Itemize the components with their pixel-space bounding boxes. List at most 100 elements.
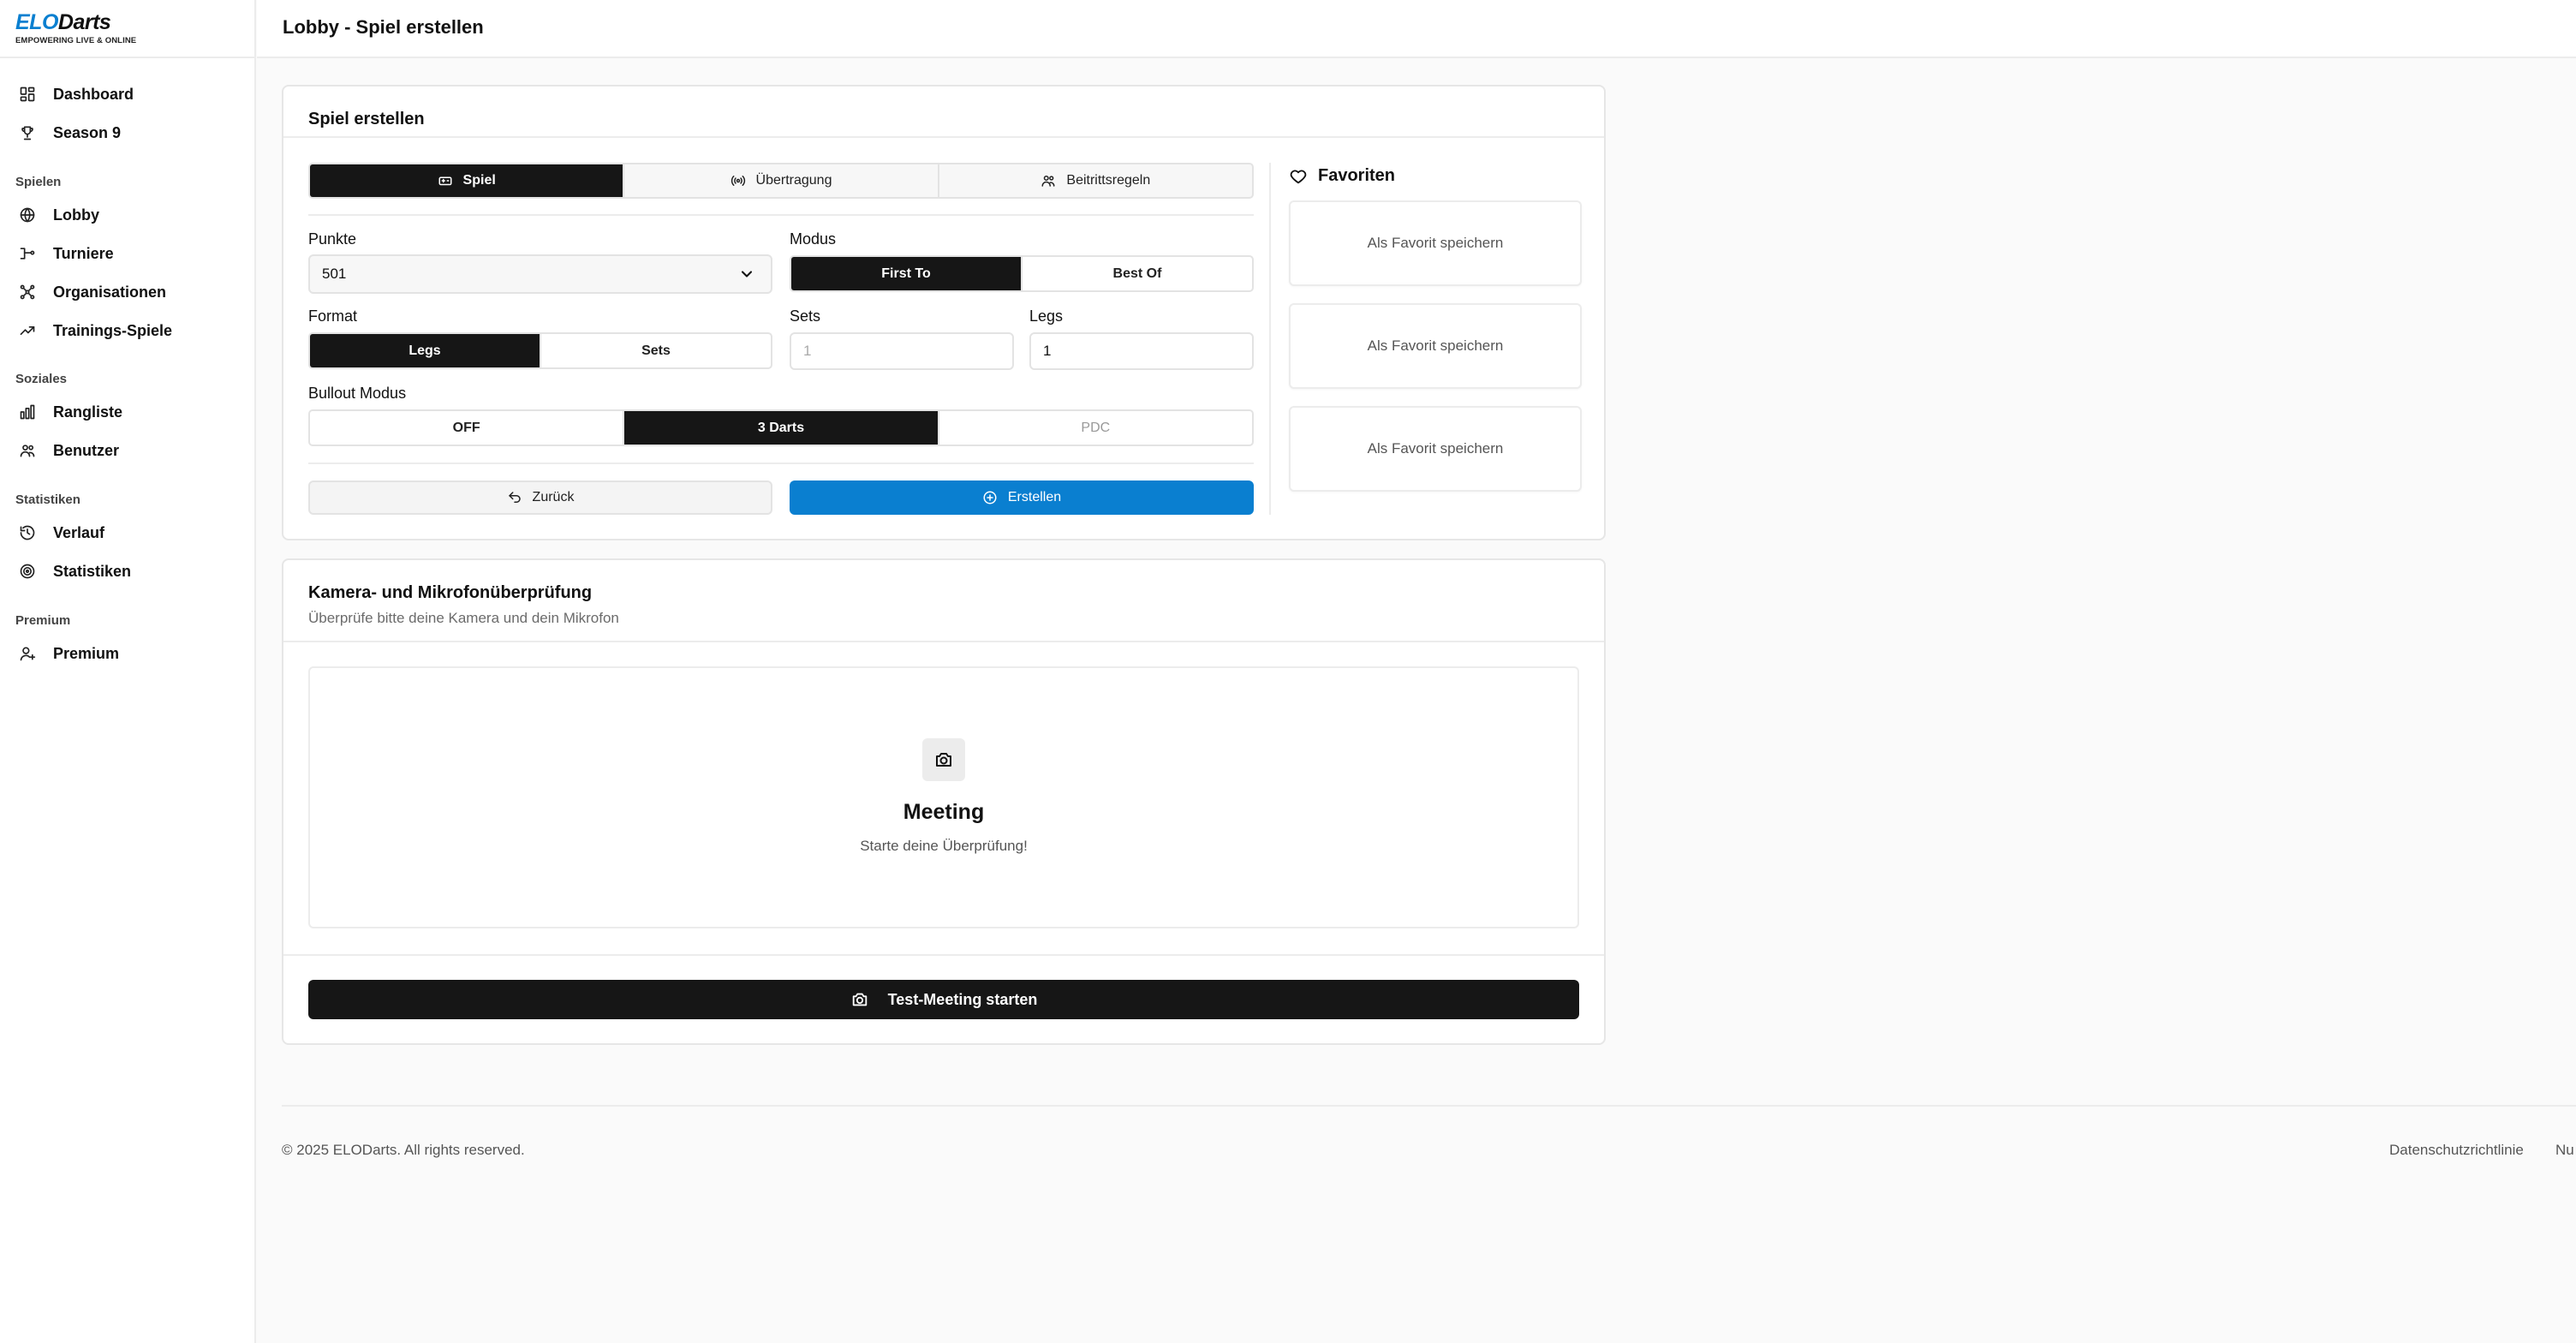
format-option-legs[interactable]: Legs [310, 334, 541, 367]
back-button-label: Zurück [532, 490, 575, 504]
users-icon [1041, 176, 1055, 187]
bullout-option-pdc[interactable]: PDC [939, 411, 1252, 445]
tab-spiel[interactable]: Spiel [310, 164, 625, 197]
sidebar-item-statistiken[interactable]: Statistiken [19, 558, 131, 584]
sidebar-item-label: Verlauf [53, 523, 105, 541]
format-option-sets[interactable]: Sets [541, 334, 771, 367]
tab-label: Spiel [462, 173, 496, 188]
favorite-slot[interactable]: Als Favorit speichern [1289, 406, 1582, 492]
tab-beitrittsregeln[interactable]: Beitrittsregeln [939, 164, 1252, 197]
chevron-down-icon [741, 271, 753, 278]
brand-tagline: EMPOWERING LIVE & ONLINE [15, 36, 137, 45]
create-button-label: Erstellen [1007, 490, 1062, 504]
create-button[interactable]: Erstellen [790, 480, 1254, 515]
sidebar-item-verlauf[interactable]: Verlauf [19, 520, 104, 546]
meeting-subtitle: Starte deine Überprüfung! [860, 838, 1028, 854]
card-footer-divider [283, 954, 1604, 956]
tab-label: Übertragung [755, 173, 832, 188]
top-bar: Lobby - Spiel erstellen [257, 0, 2576, 58]
sidebar-section-title: Statistiken [15, 492, 80, 507]
history-icon [20, 525, 35, 540]
sets-label: Sets [790, 307, 821, 325]
sidebar-item-label: Organisationen [53, 283, 167, 301]
sidebar-item-lobby[interactable]: Lobby [19, 202, 99, 228]
start-test-meeting-label: Test-Meeting starten [887, 990, 1038, 1008]
tab-uebertragung[interactable]: Übertragung [624, 164, 939, 197]
sidebar-item-label: Turniere [53, 244, 114, 262]
bracket-icon [20, 248, 35, 260]
sidebar-item-label: Dashboard [53, 85, 134, 103]
sidebar-item-label: Trainings-Spiele [53, 321, 173, 339]
media-check-title: Kamera- und Mikrofonüberprüfung [308, 583, 593, 602]
footer-divider [282, 1105, 2576, 1107]
camera-icon [852, 993, 867, 1006]
favorites-divider [1269, 163, 1271, 515]
media-check-card: Kamera- und Mikrofonüberprüfung Überprüf… [282, 558, 1606, 1045]
format-label: Format [308, 307, 358, 325]
sidebar-item-rangliste[interactable]: Rangliste [19, 399, 122, 425]
modus-toggle: First To Best Of [790, 255, 1254, 292]
sidebar-section-title: Premium [15, 613, 71, 628]
broadcast-icon [730, 176, 745, 186]
page-title: Lobby - Spiel erstellen [283, 16, 484, 38]
camera-icon-wrap [922, 738, 965, 781]
users-icon [20, 445, 35, 457]
bullout-option-off[interactable]: OFF [310, 411, 625, 445]
bullout-label: Bullout Modus [308, 385, 407, 402]
sidebar-item-season[interactable]: Season 9 [19, 120, 121, 146]
sidebar-item-label: Lobby [53, 206, 99, 224]
back-button[interactable]: Zurück [308, 480, 772, 515]
sidebar-item-label: Benutzer [53, 441, 120, 459]
sidebar-item-label: Season 9 [53, 123, 122, 141]
brand-name-elo: ELO [15, 10, 58, 34]
format-toggle: Legs Sets [308, 332, 772, 369]
sidebar: ELODarts EMPOWERING LIVE & ONLINE Dashbo… [0, 0, 256, 1343]
sidebar-item-label: Premium [53, 644, 120, 662]
camera-icon [936, 753, 951, 767]
gamepad-icon [438, 176, 452, 186]
card-header-divider [283, 136, 1604, 138]
favorite-slot[interactable]: Als Favorit speichern [1289, 200, 1582, 286]
sidebar-item-dashboard[interactable]: Dashboard [19, 81, 134, 107]
footer-link-privacy[interactable]: Datenschutzrichtlinie [2389, 1142, 2524, 1159]
create-game-card: Spiel erstellen Spiel Übertragung Beitri… [282, 85, 1606, 540]
meeting-title: Meeting [903, 800, 985, 824]
brand-logo[interactable]: ELODarts EMPOWERING LIVE & ONLINE [15, 10, 136, 46]
bullout-toggle: OFF 3 Darts PDC [308, 409, 1254, 446]
modus-option-best-of[interactable]: Best Of [1023, 257, 1252, 290]
brand-name-darts: Darts [57, 10, 111, 34]
meeting-preview: Meeting Starte deine Überprüfung! [308, 666, 1579, 928]
sidebar-item-trainings-spiele[interactable]: Trainings-Spiele [19, 318, 172, 343]
sidebar-divider [0, 57, 255, 58]
sets-input[interactable]: 1 [790, 332, 1014, 370]
target-icon [20, 564, 35, 579]
user-plus-icon [20, 647, 36, 661]
sidebar-item-turniere[interactable]: Turniere [19, 241, 114, 266]
media-check-subtitle: Überprüfe bitte deine Kamera und dein Mi… [308, 610, 619, 626]
card-header-divider [283, 641, 1604, 642]
bullout-option-3-darts[interactable]: 3 Darts [624, 411, 939, 445]
sidebar-item-label: Statistiken [53, 562, 132, 580]
sidebar-item-organisationen[interactable]: Organisationen [19, 279, 166, 305]
modus-option-first-to[interactable]: First To [791, 257, 1023, 290]
sets-placeholder: 1 [803, 343, 812, 359]
form-divider [308, 463, 1254, 464]
sidebar-item-benutzer[interactable]: Benutzer [19, 438, 119, 463]
legs-value: 1 [1043, 343, 1052, 359]
punkte-label: Punkte [308, 230, 357, 248]
legs-input[interactable]: 1 [1029, 332, 1254, 370]
settings-tabs: Spiel Übertragung Beitrittsregeln [308, 163, 1254, 199]
footer-copyright: © 2025 ELODarts. All rights reserved. [282, 1142, 525, 1158]
start-test-meeting-button[interactable]: Test-Meeting starten [308, 980, 1579, 1019]
sidebar-item-premium[interactable]: Premium [19, 641, 119, 666]
tab-label: Beitrittsregeln [1066, 173, 1151, 188]
plus-circle-icon [983, 491, 997, 504]
create-game-title: Spiel erstellen [308, 110, 425, 128]
return-arrow-icon [508, 492, 521, 503]
punkte-select[interactable]: 501 [308, 254, 772, 294]
footer-link-usage[interactable]: Nu [2555, 1142, 2574, 1159]
sidebar-section-title: Spielen [15, 175, 62, 189]
bar-chart-icon [20, 404, 35, 420]
punkte-value: 501 [322, 266, 347, 282]
favorite-slot[interactable]: Als Favorit speichern [1289, 303, 1582, 389]
